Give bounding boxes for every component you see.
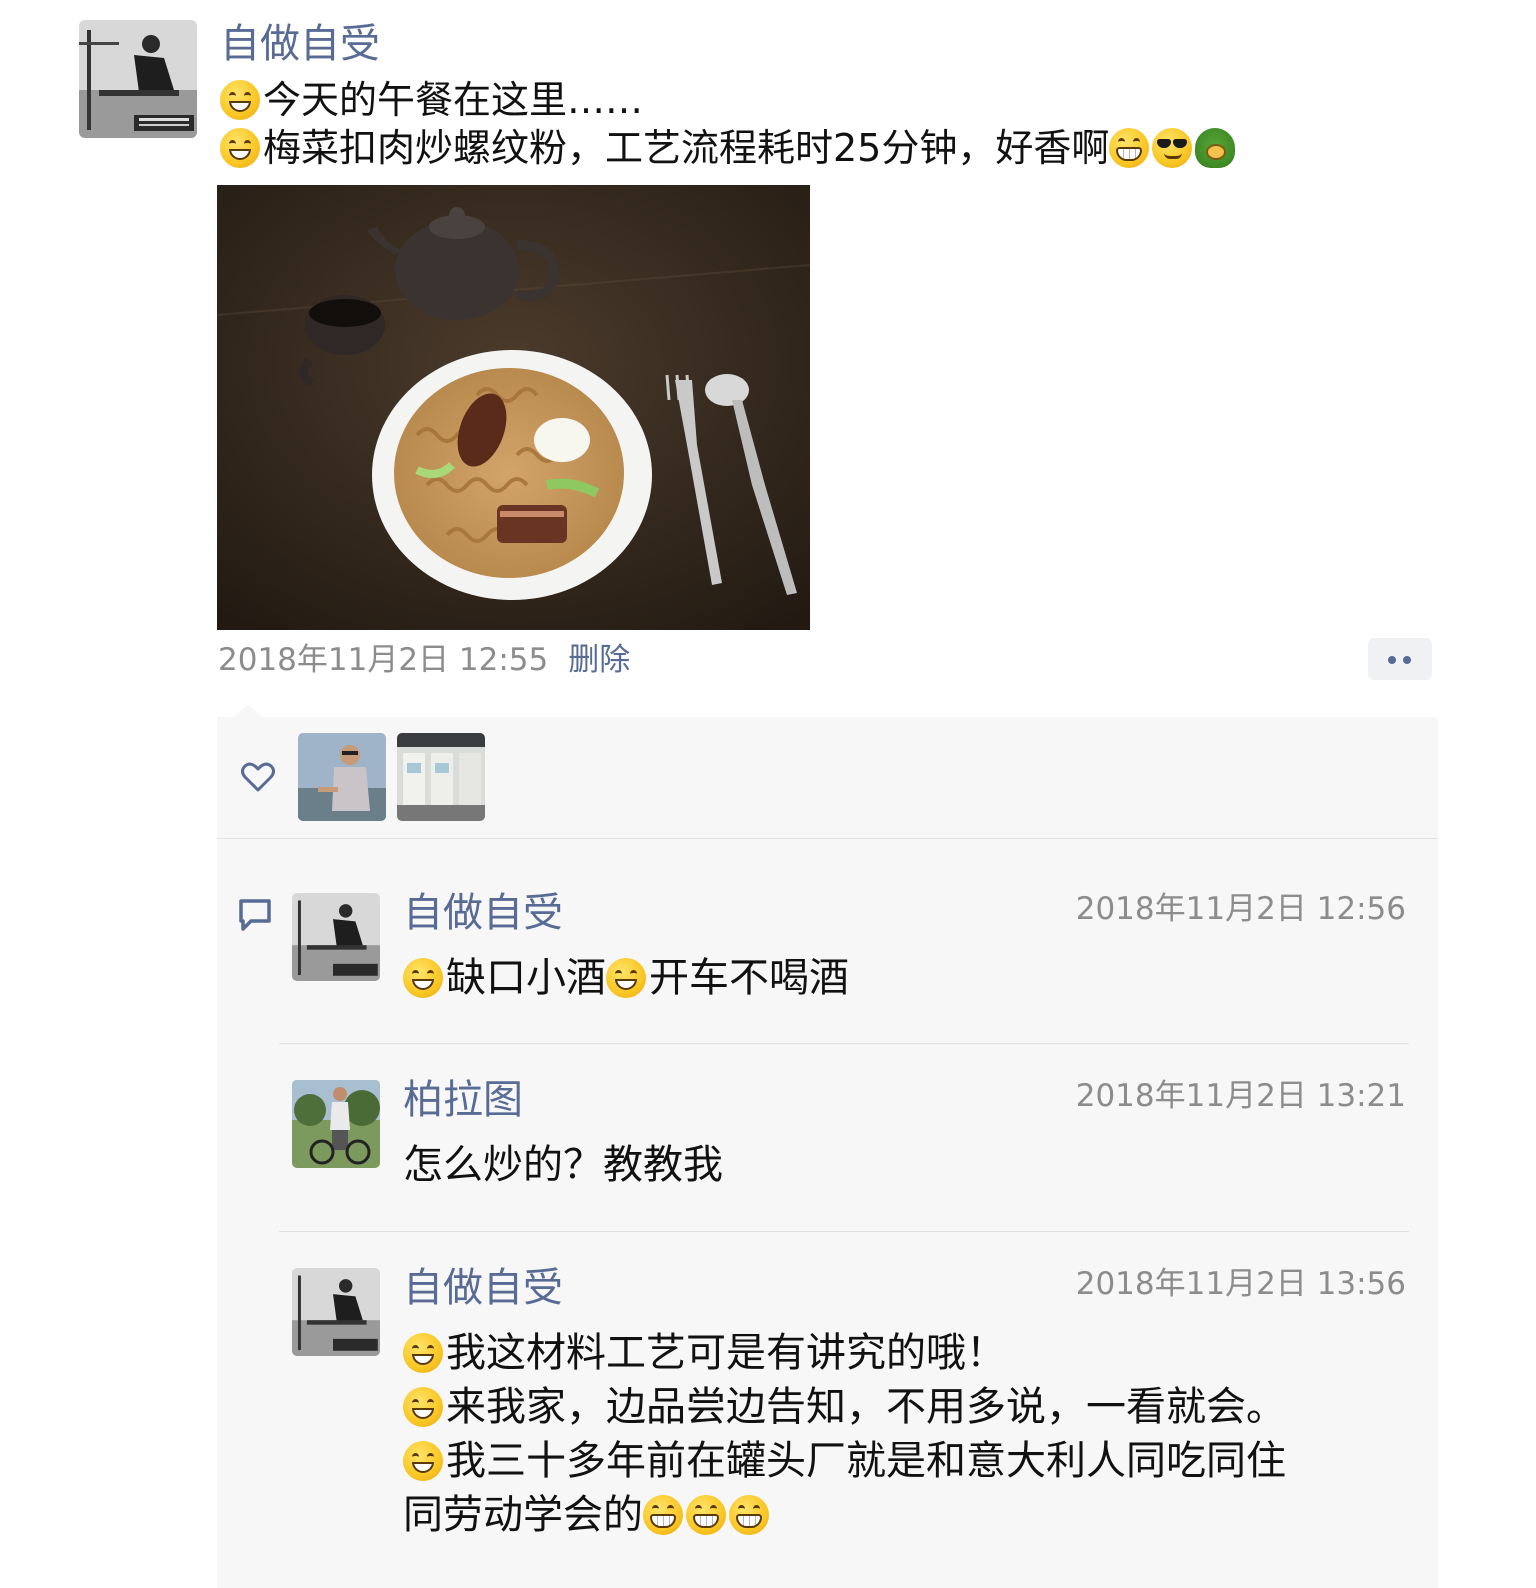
commenter-avatar[interactable] [292, 1080, 380, 1168]
grin-emoji-icon [1109, 128, 1150, 168]
commenter-avatar[interactable] [292, 893, 380, 981]
comment-line: 同劳动学会的 [403, 1488, 1286, 1542]
smile-emoji-icon [403, 1333, 443, 1373]
comment-time: 2018年11月2日 13:56 [1075, 1266, 1406, 1302]
comment-text: 缺口小酒 开车不喝酒 [403, 951, 849, 1005]
comment-text: 我这材料工艺可是有讲究的哦！ 来我家，边品尝边告知，不用多说，一看就会。 我三十… [403, 1326, 1286, 1542]
moment-post: 自做自受 今天的午餐在这里…… 梅菜扣肉炒螺纹粉，工艺流程耗时25分钟，好香啊 [0, 0, 1536, 1588]
post-meta: 2018年11月2日 12:55 删除 [218, 640, 630, 680]
smile-emoji-icon [403, 958, 443, 998]
sunglasses-emoji-icon [1152, 128, 1193, 168]
panel-caret [234, 704, 262, 718]
likes-row [217, 717, 1438, 839]
more-button[interactable] [1368, 638, 1432, 680]
smile-emoji-icon [606, 958, 646, 998]
comment-item: 自做自受 2018年11月2日 13:56 我这材料工艺可是有讲究的哦！ 来我家… [279, 1265, 1409, 1568]
grin-emoji-icon [643, 1495, 683, 1535]
grin-emoji-icon [729, 1495, 769, 1535]
comment-divider [279, 1231, 1409, 1232]
turtle-emoji-icon [1195, 128, 1236, 168]
author-name[interactable]: 自做自受 [220, 18, 380, 70]
more-dots-icon [1388, 656, 1396, 664]
comment-line: 我这材料工艺可是有讲究的哦！ [403, 1326, 1286, 1380]
comment-line: 我三十多年前在罐头厂就是和意大利人同吃同住 [403, 1434, 1286, 1488]
commenter-name[interactable]: 自做自受 [403, 1262, 563, 1314]
liker-avatar[interactable] [397, 733, 485, 821]
comment-item: 柏拉图 2018年11月2日 13:21 怎么炒的？教教我 [279, 1077, 1409, 1200]
comment-text: 怎么炒的？教教我 [403, 1142, 723, 1188]
commenter-name[interactable]: 自做自受 [403, 887, 563, 939]
grin-emoji-icon [686, 1495, 726, 1535]
commenter-avatar[interactable] [292, 1268, 380, 1356]
interaction-panel: 自做自受 2018年11月2日 12:56 缺口小酒 开车不喝酒 柏拉图 201… [217, 717, 1438, 1588]
comment-item: 自做自受 2018年11月2日 12:56 缺口小酒 开车不喝酒 [279, 890, 1409, 1013]
smile-emoji-icon [403, 1387, 443, 1427]
author-avatar[interactable] [79, 20, 197, 138]
post-line-1: 今天的午餐在这里…… [220, 76, 1238, 124]
delete-link[interactable]: 删除 [568, 642, 630, 678]
post-line-2: 梅菜扣肉炒螺纹粉，工艺流程耗时25分钟，好香啊 [220, 124, 1238, 172]
comment-divider [279, 1043, 1409, 1044]
heart-icon [241, 762, 275, 792]
comment-line: 来我家，边品尝边告知，不用多说，一看就会。 [403, 1380, 1286, 1434]
commenter-name[interactable]: 柏拉图 [403, 1074, 523, 1126]
comment-time: 2018年11月2日 12:56 [1075, 891, 1406, 927]
smile-emoji-icon [220, 128, 260, 168]
comment-bubble-icon [239, 899, 271, 931]
smile-emoji-icon [220, 80, 260, 120]
post-photo[interactable] [217, 185, 810, 630]
more-dots-icon [1403, 656, 1411, 664]
post-timestamp: 2018年11月2日 12:55 [218, 642, 549, 678]
smile-emoji-icon [403, 1441, 443, 1481]
liker-avatar[interactable] [298, 733, 386, 821]
comment-time: 2018年11月2日 13:21 [1075, 1078, 1406, 1114]
post-text: 今天的午餐在这里…… 梅菜扣肉炒螺纹粉，工艺流程耗时25分钟，好香啊 [220, 76, 1238, 172]
